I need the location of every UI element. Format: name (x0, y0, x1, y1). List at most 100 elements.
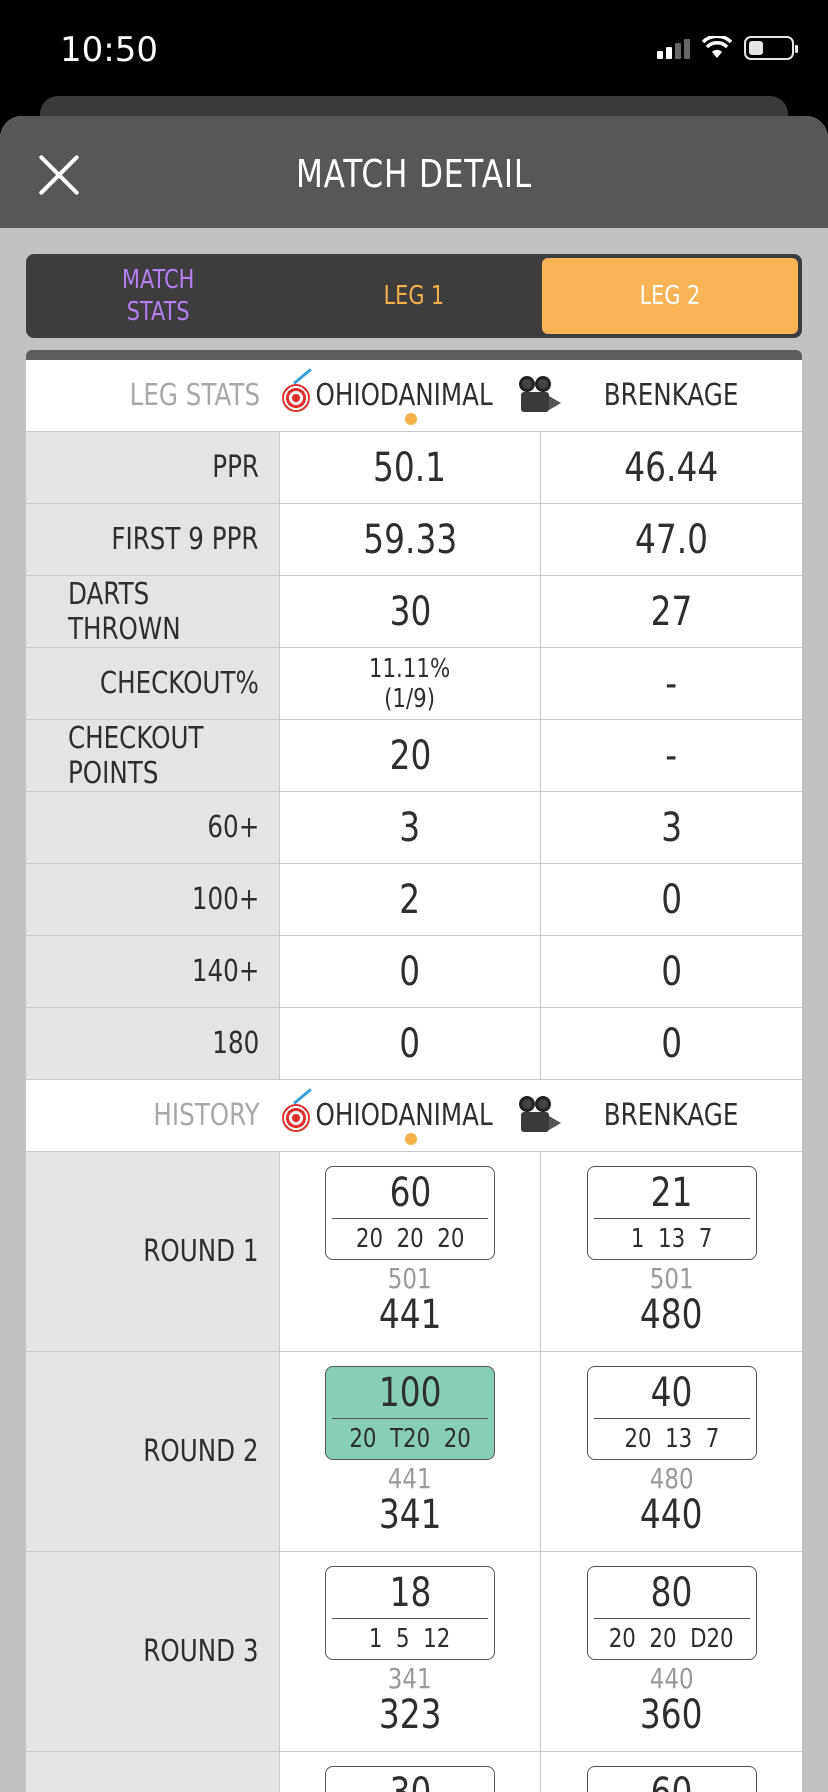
player2-header: BRENKAGE (541, 1080, 802, 1151)
score-box[interactable]: 60 20 20 20 (325, 1166, 495, 1260)
status-time: 10:50 (60, 30, 158, 70)
tab-leg-2[interactable]: LEG 2 (542, 258, 798, 334)
stat-row: CHECKOUT% 11.11% (1/9) - (26, 648, 802, 720)
previous-remaining: 441 (388, 1462, 432, 1495)
stat-row: DARTS THROWN 30 27 (26, 576, 802, 648)
remaining-score: 360 (640, 1692, 703, 1738)
remaining-score: 480 (640, 1292, 703, 1338)
remaining-score: 440 (640, 1492, 703, 1538)
dart-scores: 20 T20 20 (349, 1424, 471, 1454)
dartboard-icon (280, 1087, 312, 1134)
stat-row: PPR 50.1 46.44 (26, 432, 802, 504)
player1-stat-value: 2 (399, 876, 421, 923)
player2-stat-value: 0 (661, 948, 682, 995)
previous-remaining: 480 (649, 1462, 694, 1495)
cellular-signal-icon (657, 37, 690, 59)
score-box[interactable]: 80 20 20 D20 (586, 1566, 757, 1660)
player1-stat-value: 11.11% (1/9) (369, 653, 451, 714)
player1-header: OHIODANIMAL (280, 1080, 561, 1151)
score-box[interactable]: 60 (586, 1766, 757, 1792)
player2-round: 80 20 20 D20 440 360 (541, 1552, 802, 1751)
tab-bar: MATCH STATS LEG 1 LEG 2 (26, 254, 802, 338)
stat-label: CHECKOUT POINTS (67, 720, 204, 791)
stat-label: 140+ (191, 954, 259, 989)
stat-row: 180 0 0 (26, 1008, 802, 1080)
status-icons (657, 36, 798, 60)
dart-scores: 20 13 7 (624, 1424, 719, 1454)
dart-scores: 1 13 7 (630, 1224, 713, 1254)
tab-leg-1[interactable]: LEG 1 (286, 258, 542, 334)
stat-row: FIRST 9 PPR 59.33 47.0 (26, 504, 802, 576)
stat-label: 100+ (191, 882, 259, 917)
history-header-row: HISTORY OHIODANIMAL BRENKAGE (26, 1080, 802, 1152)
dart-scores: 20 20 D20 (609, 1624, 734, 1654)
round-total: 60 (332, 1167, 488, 1219)
round-row: 30 60 (26, 1752, 802, 1792)
movie-camera-icon (518, 1095, 561, 1136)
player1-stat-value: 50.1 (373, 444, 447, 491)
round-label: ROUND 2 (143, 1434, 259, 1469)
player2-round: 21 1 13 7 501 480 (541, 1152, 802, 1351)
movie-camera-icon (518, 375, 561, 416)
leg-stats-header-row: LEG STATS OHIODANIMAL BRENKAGE (26, 360, 802, 432)
player1-stat-value: 30 (389, 588, 431, 635)
match-detail-sheet: MATCH DETAIL MATCH STATS LEG 1 LEG 2 LEG… (0, 116, 828, 1792)
page-title: MATCH DETAIL (295, 152, 533, 196)
player2-header: BRENKAGE (541, 360, 802, 431)
score-box[interactable]: 40 20 13 7 (586, 1366, 757, 1460)
player1-header: OHIODANIMAL (280, 360, 561, 431)
player1-round: 30 (280, 1752, 541, 1792)
round-total: 40 (593, 1367, 750, 1419)
stat-label: 180 (212, 1026, 259, 1061)
previous-remaining: 440 (649, 1662, 694, 1695)
round-label: ROUND 3 (143, 1634, 259, 1669)
player2-stat-value: 47.0 (634, 516, 709, 563)
round-label: ROUND 1 (143, 1234, 259, 1269)
stat-label: CHECKOUT% (100, 666, 259, 701)
score-box[interactable]: 100 20 T20 20 (325, 1366, 495, 1460)
status-bar: 10:50 (0, 0, 828, 100)
previous-remaining: 341 (388, 1662, 432, 1695)
current-thrower-dot (404, 1133, 417, 1145)
player2-stat-value: 46.44 (624, 444, 719, 491)
remaining-score: 441 (378, 1292, 442, 1338)
round-row: ROUND 3 18 1 5 12 341 323 80 20 20 D20 440 360 (26, 1552, 802, 1752)
stat-label: DARTS THROWN (67, 576, 181, 647)
stat-row: 60+ 3 3 (26, 792, 802, 864)
score-box[interactable]: 30 (325, 1766, 495, 1792)
stat-label: 60+ (207, 810, 259, 845)
current-thrower-dot (404, 413, 417, 425)
previous-remaining: 501 (649, 1262, 694, 1295)
player2-stat-value: 0 (661, 876, 682, 923)
player1-name: OHIODANIMAL (315, 378, 494, 413)
player2-name: BRENKAGE (604, 378, 739, 413)
round-total: 18 (332, 1567, 488, 1619)
player1-stat-value: 0 (399, 948, 421, 995)
round-total: 60 (594, 1767, 750, 1792)
stat-row: CHECKOUT POINTS 20 - (26, 720, 802, 792)
player2-stat-value: 27 (650, 588, 693, 635)
stat-row: 140+ 0 0 (26, 936, 802, 1008)
player1-name: OHIODANIMAL (315, 1098, 494, 1133)
dart-scores: 1 5 12 (369, 1624, 451, 1654)
player2-stat-value: - (665, 660, 678, 707)
header: MATCH DETAIL (0, 116, 828, 228)
round-row: ROUND 2 100 20 T20 20 441 341 40 20 13 7 480 440 (26, 1352, 802, 1552)
battery-icon (744, 36, 798, 60)
leg-table: LEG STATS OHIODANIMAL BRENKAGE PPR 50.1 46… (26, 350, 802, 1792)
player2-stat-value: 3 (661, 804, 682, 851)
score-box[interactable]: 21 1 13 7 (586, 1166, 757, 1260)
round-total: 100 (332, 1367, 488, 1419)
score-box[interactable]: 18 1 5 12 (325, 1566, 495, 1660)
stat-row: 100+ 2 0 (26, 864, 802, 936)
tab-match-stats[interactable]: MATCH STATS (30, 258, 286, 334)
previous-remaining: 501 (388, 1262, 432, 1295)
player1-stat-value: 59.33 (363, 516, 457, 563)
remaining-score: 341 (378, 1492, 442, 1538)
player1-stat-value: 20 (389, 732, 431, 779)
dart-scores: 20 20 20 (355, 1224, 465, 1254)
round-total: 30 (332, 1767, 488, 1792)
player1-round: 18 1 5 12 341 323 (280, 1552, 541, 1751)
history-heading: HISTORY (153, 1098, 260, 1133)
round-row: ROUND 1 60 20 20 20 501 441 21 1 13 7 501 480 (26, 1152, 802, 1352)
